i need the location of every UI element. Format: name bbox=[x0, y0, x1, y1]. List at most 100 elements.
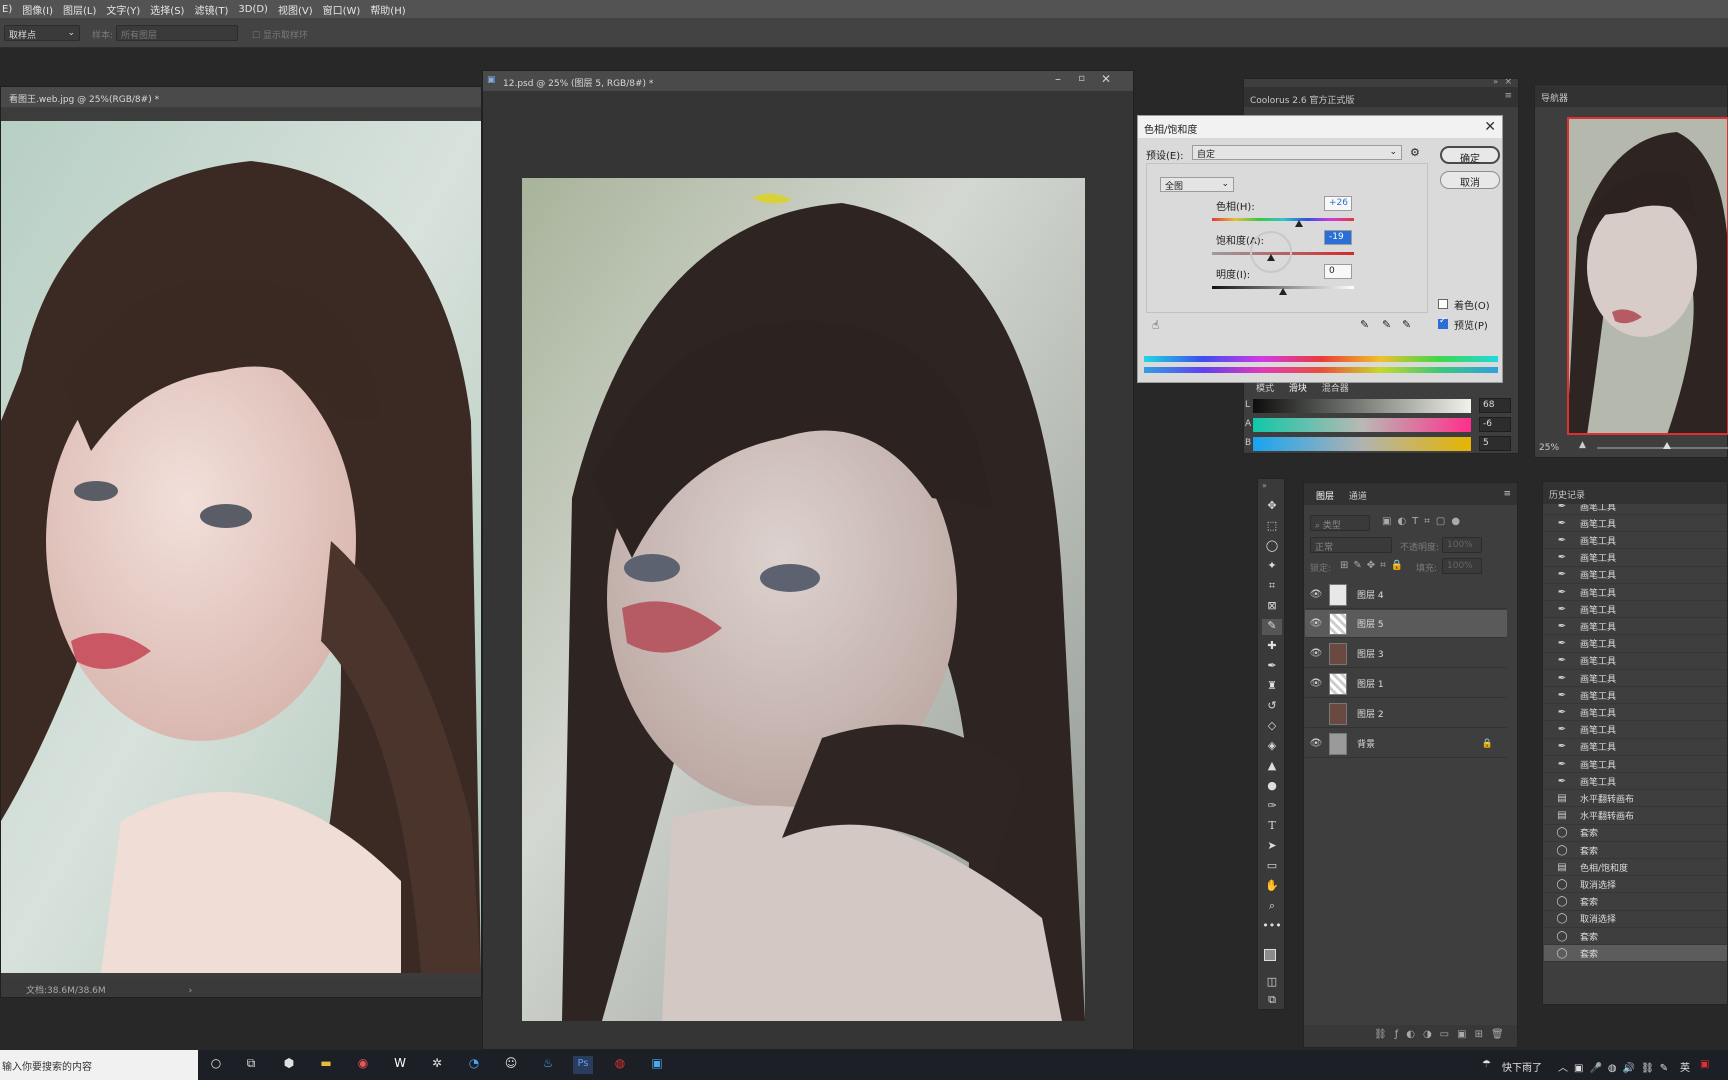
history-row[interactable]: ✒ 画笔工具 bbox=[1544, 670, 1727, 687]
brush-tool-icon[interactable]: ✒ bbox=[1262, 659, 1282, 675]
zoom-tool-icon[interactable]: ⌕ bbox=[1262, 899, 1282, 915]
history-row[interactable]: ✒ 画笔工具 bbox=[1544, 515, 1727, 533]
menu-item[interactable]: 帮助(H) bbox=[370, 2, 405, 17]
history-row[interactable]: ✒ 画笔工具 bbox=[1544, 704, 1727, 722]
history-row[interactable]: ✒ 画笔工具 bbox=[1544, 739, 1727, 756]
mascot-app-icon[interactable]: ☺ bbox=[501, 1056, 521, 1074]
eye-icon[interactable]: 👁 bbox=[1305, 589, 1327, 600]
screen-mode-icon[interactable]: ⧉ bbox=[1262, 993, 1282, 1009]
ok-button[interactable]: 确定 bbox=[1440, 146, 1500, 165]
history-row[interactable]: ✒ 画笔工具 bbox=[1544, 722, 1727, 739]
layer-filter-icons[interactable]: ▣◐T⌗▢● bbox=[1382, 516, 1466, 527]
steam-icon[interactable]: ♨ bbox=[538, 1056, 558, 1074]
layers-footer-icons[interactable]: ⛓ƒ◐◑▭▣⊞🗑 bbox=[1304, 1025, 1517, 1047]
layer-row[interactable]: 👁 图层 3 bbox=[1305, 640, 1507, 668]
magic-wand-icon[interactable]: ✦ bbox=[1262, 559, 1282, 575]
layer-row[interactable]: 👁 图层 5 bbox=[1305, 610, 1507, 638]
zoom-slider-thumb[interactable] bbox=[1663, 442, 1671, 449]
history-row[interactable]: ▤ 水平翻转画布 bbox=[1544, 790, 1727, 808]
foreground-color-swatch[interactable] bbox=[1264, 949, 1276, 961]
more-tools-icon[interactable]: ••• bbox=[1262, 919, 1282, 935]
history-row[interactable]: ✒ 画笔工具 bbox=[1544, 504, 1727, 515]
chevron-right-icon[interactable]: › bbox=[189, 986, 193, 996]
taskbar-search[interactable]: 输入你要搜索的内容 bbox=[0, 1050, 198, 1080]
menu-item[interactable]: 选择(S) bbox=[150, 2, 184, 17]
history-row[interactable]: ◯ 取消选择 bbox=[1544, 911, 1727, 928]
history-row[interactable]: ✒ 画笔工具 bbox=[1544, 601, 1727, 619]
browser-icon[interactable]: ◔ bbox=[464, 1056, 484, 1074]
fill-field[interactable]: 100% bbox=[1442, 558, 1482, 574]
menu-item[interactable]: E) bbox=[2, 4, 12, 15]
ime-icon[interactable]: ▣ bbox=[1700, 1059, 1709, 1070]
marquee-tool-icon[interactable]: ⬚ bbox=[1262, 519, 1282, 535]
lab-a-slider[interactable] bbox=[1253, 418, 1471, 432]
history-row[interactable]: ◯ 套索 bbox=[1544, 945, 1727, 963]
lasso-tool-icon[interactable]: ◯ bbox=[1262, 539, 1282, 555]
eye-icon[interactable]: 👁 bbox=[1305, 738, 1327, 749]
show-ring-checkbox[interactable]: ☐ 显示取样环 bbox=[252, 28, 308, 41]
preset-select[interactable]: 自定 ⌄ bbox=[1192, 145, 1402, 160]
menu-item[interactable]: 滤镜(T) bbox=[194, 2, 228, 17]
lock-icons[interactable]: ⊞✎✥⌗🔒 bbox=[1340, 560, 1408, 571]
healing-brush-icon[interactable]: ✚ bbox=[1262, 639, 1282, 655]
rectangle-tool-icon[interactable]: ▭ bbox=[1262, 859, 1282, 875]
eye-icon[interactable]: 👁 bbox=[1305, 648, 1327, 659]
cancel-button[interactable]: 取消 bbox=[1440, 171, 1500, 189]
sample-layers-select[interactable]: 所有图层 bbox=[116, 25, 238, 41]
tab-channels[interactable]: 通道 bbox=[1343, 489, 1373, 502]
lightness-field[interactable]: 0 bbox=[1324, 264, 1352, 279]
tray-icons[interactable]: ︿▣🎤◍🔊⛓✎ bbox=[1558, 1059, 1674, 1074]
history-row[interactable]: ✒ 画笔工具 bbox=[1544, 550, 1727, 567]
history-row[interactable]: ◯ 套索 bbox=[1544, 894, 1727, 911]
opacity-field[interactable]: 100% bbox=[1442, 537, 1482, 553]
eyedropper-icon[interactable]: ✎ bbox=[1360, 318, 1369, 331]
menu-item[interactable]: 图像(I) bbox=[22, 2, 53, 17]
chrome-icon[interactable]: ◉ bbox=[353, 1056, 373, 1074]
pen-tool-icon[interactable]: ✑ bbox=[1262, 799, 1282, 815]
move-tool-icon[interactable]: ✥ bbox=[1262, 499, 1282, 515]
eye-icon[interactable]: 👁 bbox=[1305, 678, 1327, 689]
blur-tool-icon[interactable]: ▲ bbox=[1262, 759, 1282, 775]
panel-menu-icon[interactable]: ≡ bbox=[1504, 91, 1512, 101]
history-brush-icon[interactable]: ↺ bbox=[1262, 699, 1282, 715]
screen-recorder-icon[interactable]: ▣ bbox=[647, 1056, 667, 1074]
painting-canvas[interactable] bbox=[522, 178, 1085, 1021]
layer-row[interactable]: 👁 图层 4 bbox=[1305, 581, 1507, 609]
history-row[interactable]: ◯ 套索 bbox=[1544, 825, 1727, 842]
zoom-out-icon[interactable]: ▲ bbox=[1579, 440, 1586, 450]
eyedropper-tool-icon[interactable]: ✎ bbox=[1262, 619, 1282, 635]
panel-close-icon[interactable]: × bbox=[1504, 77, 1512, 87]
menu-item[interactable]: 窗口(W) bbox=[323, 2, 361, 17]
gear-icon[interactable]: ⚙ bbox=[1410, 146, 1420, 159]
lab-b-value[interactable]: 5 bbox=[1479, 436, 1511, 451]
maximize-icon[interactable]: ▫ bbox=[1078, 73, 1085, 84]
menu-item[interactable]: 图层(L) bbox=[63, 2, 96, 17]
lab-b-slider[interactable] bbox=[1253, 437, 1471, 451]
menu-item[interactable]: 文字(Y) bbox=[106, 2, 140, 17]
eyedropper-minus-icon[interactable]: ✎ bbox=[1402, 318, 1411, 331]
doc-title-main[interactable]: 12.psd @ 25% (图层 5, RGB/8#) * bbox=[483, 71, 1133, 91]
hue-slider[interactable] bbox=[1212, 218, 1354, 221]
close-icon[interactable]: ✕ bbox=[1101, 72, 1111, 86]
task-view-icon[interactable]: ⧉ bbox=[241, 1056, 261, 1074]
menu-item[interactable]: 视图(V) bbox=[278, 2, 313, 17]
quick-mask-icon[interactable]: ◫ bbox=[1262, 975, 1282, 991]
paint-bucket-icon[interactable]: ◈ bbox=[1262, 739, 1282, 755]
crop-tool-icon[interactable]: ⌗ bbox=[1262, 579, 1282, 595]
layer-row[interactable]: 👁 背景 🔒 bbox=[1305, 730, 1507, 758]
history-row[interactable]: ✒ 画笔工具 bbox=[1544, 636, 1727, 653]
doc-title-reference[interactable]: 看图王.web.jpg @ 25%(RGB/8#) * bbox=[1, 87, 481, 107]
file-explorer-icon[interactable]: ▬ bbox=[316, 1056, 336, 1074]
history-row[interactable]: ✒ 画笔工具 bbox=[1544, 756, 1727, 773]
toolbox-collapse-icon[interactable]: » bbox=[1262, 481, 1267, 490]
weather-icon[interactable]: ☂ bbox=[1482, 1059, 1491, 1070]
clone-stamp-icon[interactable]: ♜ bbox=[1262, 679, 1282, 695]
history-row[interactable]: ◯ 取消选择 bbox=[1544, 876, 1727, 894]
hue-slider-thumb[interactable] bbox=[1295, 220, 1303, 227]
layer-row[interactable]: 图层 2 bbox=[1305, 700, 1507, 728]
history-row[interactable]: ◯ 套索 bbox=[1544, 842, 1727, 859]
lab-l-value[interactable]: 68 bbox=[1479, 398, 1511, 413]
history-row[interactable]: ✒ 画笔工具 bbox=[1544, 567, 1727, 584]
app-icon[interactable]: ⬢ bbox=[279, 1056, 299, 1074]
lab-a-value[interactable]: -6 bbox=[1479, 417, 1511, 432]
